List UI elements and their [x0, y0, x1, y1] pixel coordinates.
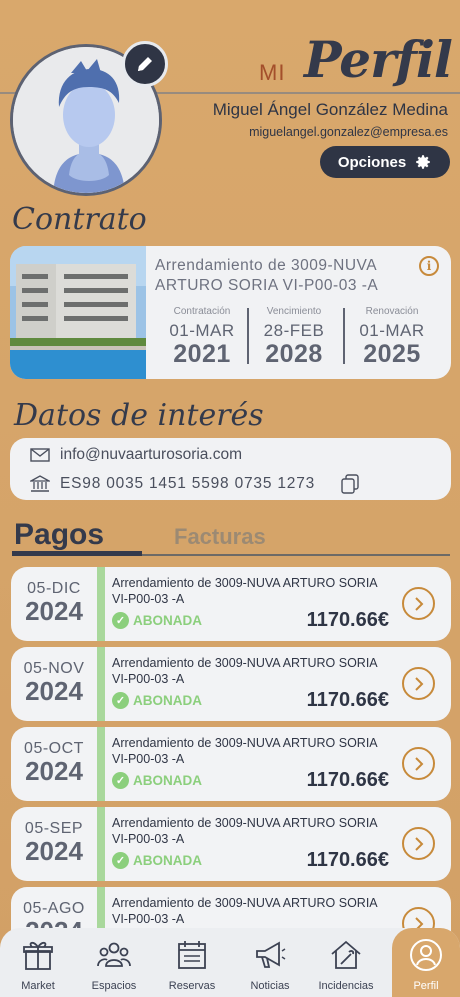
payment-status-bar [97, 727, 105, 801]
payment-status: ✓ ABONADA [112, 612, 202, 629]
datos-card: info@nuvaarturosoria.com ES98 0035 1451 … [10, 438, 451, 500]
payment-amount: 1170.66€ [306, 769, 389, 791]
iban-value: ES98 0035 1451 5598 0735 1273 [60, 475, 316, 492]
datos-section-title: Datos de interés [14, 398, 264, 433]
contract-section-title: Contrato [12, 202, 147, 237]
renewal-date: Renovación 01-MAR 2025 [347, 306, 437, 367]
options-button[interactable]: Opciones [320, 146, 450, 178]
tab-facturas[interactable]: Facturas [174, 524, 266, 550]
renewal-date-label: Renovación [365, 306, 419, 317]
end-date: Vencimiento 28-FEB 2028 [249, 306, 339, 367]
payment-card[interactable]: 05-OCT 2024 Arrendamiento de 3009-NUVA A… [11, 727, 451, 801]
chevron-right-icon[interactable] [402, 587, 435, 620]
payment-status: ✓ ABONADA [112, 852, 202, 869]
payment-year: 2024 [25, 836, 83, 866]
payment-date: 05-DIC 2024 [11, 567, 97, 641]
bottom-navigation: Market Espacios Reservas Noticias Incide… [0, 928, 460, 997]
nav-item-perfil[interactable]: Perfil [388, 928, 460, 997]
contract-name: Arrendamiento de 3009-NUVA ARTURO SORIA … [155, 257, 379, 294]
calendar-icon [178, 941, 206, 969]
payment-card[interactable]: 05-DIC 2024 Arrendamiento de 3009-NUVA A… [11, 567, 451, 641]
payment-card[interactable]: 05-SEP 2024 Arrendamiento de 3009-NUVA A… [11, 807, 451, 881]
people-icon [97, 942, 131, 967]
title-prefix: MI [259, 60, 286, 85]
check-icon: ✓ [112, 852, 129, 869]
mail-icon [30, 448, 50, 462]
payment-status-label: ABONADA [133, 693, 202, 708]
payment-year: 2024 [25, 596, 83, 626]
payment-year: 2024 [25, 756, 83, 786]
house-tools-icon [331, 940, 361, 969]
date-separator [343, 308, 345, 364]
building-photo [10, 246, 146, 379]
payment-status-bar [97, 647, 105, 721]
nav-label: Espacios [91, 980, 137, 992]
nav-item-reservas[interactable]: Reservas [154, 928, 230, 997]
tab-pagos[interactable]: Pagos [14, 518, 104, 552]
chevron-right-icon[interactable] [402, 747, 435, 780]
chevron-right-icon[interactable] [402, 667, 435, 700]
payment-concept: Arrendamiento de 3009-NUVA ARTURO SORIA … [112, 896, 377, 926]
active-tab-indicator [12, 551, 142, 556]
payment-amount: 1170.66€ [306, 609, 389, 631]
page-title: Perfil [304, 30, 453, 89]
check-icon: ✓ [112, 772, 129, 789]
end-date-year: 2028 [265, 340, 323, 368]
megaphone-icon [256, 941, 286, 968]
chevron-right-icon[interactable] [402, 827, 435, 860]
nav-item-espacios[interactable]: Espacios [76, 928, 152, 997]
payment-status: ✓ ABONADA [112, 692, 202, 709]
copy-icon[interactable] [341, 474, 359, 494]
contract-card[interactable]: Arrendamiento de 3009-NUVA ARTURO SORIA … [10, 246, 451, 379]
edit-avatar-button[interactable] [122, 41, 168, 87]
user-email: miguelangel.gonzalez@empresa.es [249, 125, 448, 139]
check-icon: ✓ [112, 612, 129, 629]
contact-email: info@nuvaarturosoria.com [60, 446, 243, 463]
contact-email-row[interactable]: info@nuvaarturosoria.com [30, 446, 242, 464]
start-date-label: Contratación [173, 306, 231, 317]
end-date-label: Vencimiento [266, 306, 322, 317]
gear-icon [416, 155, 430, 169]
options-label: Opciones [337, 153, 407, 171]
user-circle-icon [410, 939, 442, 971]
start-date-day-month: 01-MAR [169, 321, 235, 340]
payment-status-label: ABONADA [133, 773, 202, 788]
payment-date: 05-NOV 2024 [11, 647, 97, 721]
payment-card[interactable]: 05-NOV 2024 Arrendamiento de 3009-NUVA A… [11, 647, 451, 721]
iban-row: ES98 0035 1451 5598 0735 1273 [30, 474, 359, 494]
payment-date: 05-SEP 2024 [11, 807, 97, 881]
nav-item-incidencias[interactable]: Incidencias [308, 928, 384, 997]
nav-item-noticias[interactable]: Noticias [232, 928, 308, 997]
renewal-date-day-month: 01-MAR [359, 321, 425, 340]
payment-status-label: ABONADA [133, 613, 202, 628]
payment-status: ✓ ABONADA [112, 772, 202, 789]
payment-status-bar [97, 807, 105, 881]
renewal-date-year: 2025 [363, 340, 421, 368]
payment-status-label: ABONADA [133, 853, 202, 868]
payment-concept: Arrendamiento de 3009-NUVA ARTURO SORIA … [112, 816, 377, 846]
info-icon[interactable]: i [419, 256, 439, 276]
payment-status-bar [97, 567, 105, 641]
payment-year: 2024 [25, 676, 83, 706]
nav-label: Incidencias [318, 980, 374, 992]
nav-label: Reservas [168, 980, 216, 992]
payment-amount: 1170.66€ [306, 689, 389, 711]
nav-label: Noticias [250, 980, 290, 992]
payment-concept: Arrendamiento de 3009-NUVA ARTURO SORIA … [112, 736, 377, 766]
start-date: Contratación 01-MAR 2021 [157, 306, 247, 367]
nav-label: Perfil [413, 980, 439, 992]
user-name: Miguel Ángel González Medina [212, 100, 448, 119]
payment-date: 05-OCT 2024 [11, 727, 97, 801]
bank-icon [30, 475, 50, 492]
payment-concept: Arrendamiento de 3009-NUVA ARTURO SORIA … [112, 656, 377, 686]
payment-concept: Arrendamiento de 3009-NUVA ARTURO SORIA … [112, 576, 377, 606]
pencil-icon [138, 57, 152, 71]
start-date-year: 2021 [173, 340, 231, 368]
check-icon: ✓ [112, 692, 129, 709]
nav-label: Market [21, 980, 55, 992]
end-date-day-month: 28-FEB [263, 321, 325, 340]
nav-item-market[interactable]: Market [0, 928, 76, 997]
gift-icon [23, 941, 53, 970]
payment-amount: 1170.66€ [306, 849, 389, 871]
